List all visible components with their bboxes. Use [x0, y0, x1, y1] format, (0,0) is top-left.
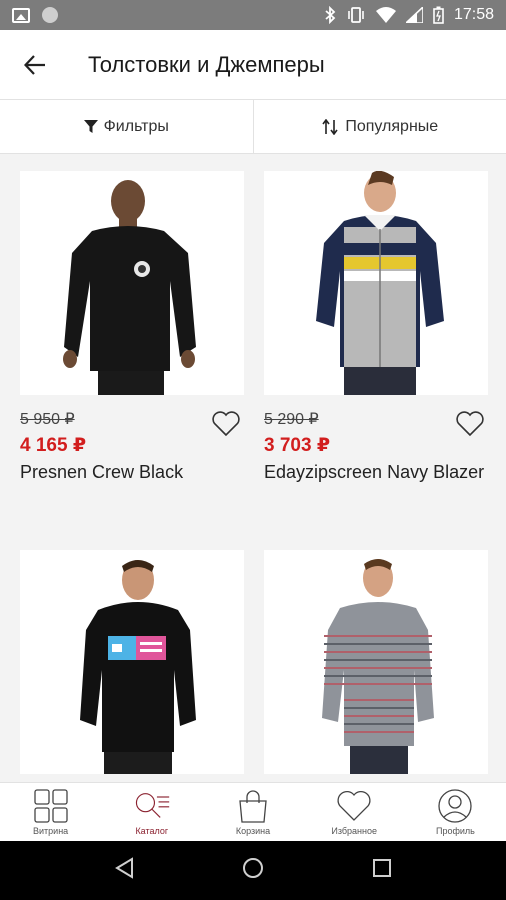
app-bar: Толстовки и Джемперы — [0, 30, 506, 100]
nav-label: Каталог — [135, 826, 169, 836]
favorite-button[interactable] — [454, 409, 486, 439]
profile-icon — [437, 788, 473, 824]
product-image[interactable] — [20, 171, 244, 395]
heart-icon — [456, 411, 484, 437]
wifi-icon — [375, 7, 396, 23]
shopping-bag-icon — [235, 788, 271, 824]
square-recents-icon — [373, 859, 391, 877]
page-title: Толстовки и Джемперы — [88, 51, 325, 77]
circle-notification-icon — [42, 7, 58, 23]
status-time: 17:58 — [453, 6, 494, 23]
product-name[interactable]: Edayzipscreen Navy Blazer — [264, 461, 488, 484]
system-recents-button[interactable] — [372, 858, 392, 883]
heart-icon — [336, 788, 372, 824]
sort-arrows-icon — [322, 118, 338, 135]
product-image[interactable] — [264, 171, 488, 395]
filters-button[interactable]: Фильтры — [0, 100, 253, 153]
system-back-button[interactable] — [114, 857, 134, 884]
filters-label: Фильтры — [103, 117, 169, 135]
nav-label: Витрина — [33, 826, 69, 836]
bottom-navigation: Витрина Каталог Корзина Избранное Профил… — [0, 782, 506, 841]
nav-item-cart[interactable]: Корзина — [202, 783, 303, 841]
triangle-back-icon — [115, 857, 133, 879]
nav-item-favorites[interactable]: Избранное — [304, 783, 405, 841]
sort-button[interactable]: Популярные — [252, 100, 506, 153]
nav-item-profile[interactable]: Профиль — [405, 783, 506, 841]
nav-label: Профиль — [435, 826, 475, 836]
product-card[interactable] — [20, 550, 244, 774]
catalog-search-icon — [134, 788, 170, 824]
status-bar: 17:58 — [0, 0, 506, 30]
circle-home-icon — [243, 858, 263, 878]
product-grid: 5 950 ₽ 4 165 ₽ Presnen Crew Black 5 290… — [0, 154, 506, 782]
favorite-button[interactable] — [210, 409, 242, 439]
sort-label: Популярные — [345, 117, 439, 135]
back-button[interactable] — [0, 30, 70, 100]
system-navigation-bar — [0, 841, 506, 900]
product-name[interactable]: Presnen Crew Black — [20, 461, 244, 484]
product-card[interactable]: 5 290 ₽ 3 703 ₽ Edayzipscreen Navy Blaze… — [264, 171, 488, 484]
battery-icon — [433, 6, 444, 24]
bluetooth-icon — [324, 6, 336, 24]
product-card[interactable]: 5 950 ₽ 4 165 ₽ Presnen Crew Black — [20, 171, 244, 484]
system-home-button[interactable] — [242, 857, 264, 884]
vibrate-icon — [346, 6, 366, 24]
filter-funnel-icon — [83, 119, 98, 133]
image-notification-icon — [12, 7, 30, 23]
signal-icon — [405, 7, 423, 23]
product-image[interactable] — [20, 550, 244, 774]
nav-item-catalog[interactable]: Каталог — [101, 783, 202, 841]
nav-label: Избранное — [331, 826, 378, 836]
product-image[interactable] — [264, 550, 488, 774]
nav-label: Корзина — [235, 826, 271, 836]
back-arrow-icon — [24, 54, 45, 75]
filter-bar: Фильтры Популярные — [0, 100, 506, 154]
grid-icon — [33, 788, 69, 824]
product-card[interactable] — [264, 550, 488, 774]
nav-item-showcase[interactable]: Витрина — [0, 783, 101, 841]
heart-icon — [212, 411, 240, 437]
